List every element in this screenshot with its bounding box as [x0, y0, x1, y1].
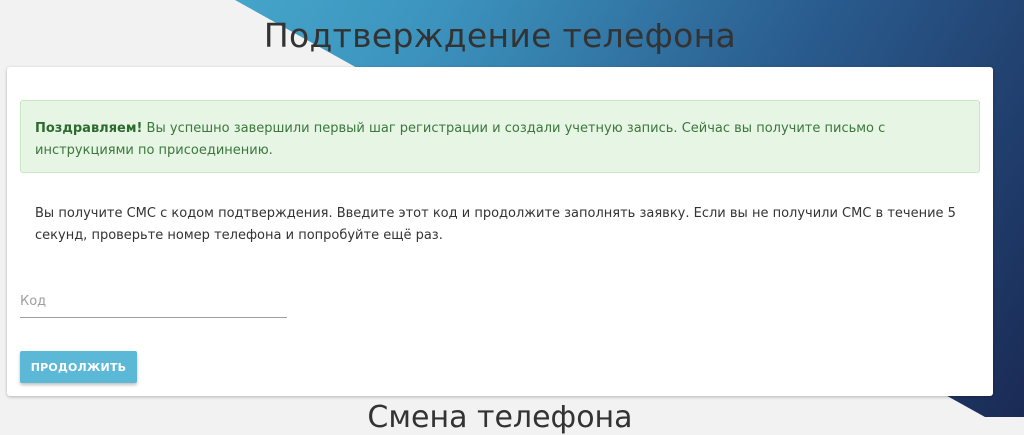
code-input[interactable] — [20, 287, 287, 315]
confirmation-card: Поздравляем! Вы успешно завершили первый… — [7, 67, 993, 396]
sms-info-text: Вы получите СМС с кодом подтверждения. В… — [35, 206, 956, 243]
alert-text: Вы успешно завершили первый шаг регистра… — [35, 121, 886, 158]
success-alert: Поздравляем! Вы успешно завершили первый… — [20, 100, 980, 173]
next-section-title: Смена телефона — [367, 400, 633, 435]
page-title: Подтверждение телефона — [263, 16, 737, 55]
continue-button[interactable]: ПРОДОЛЖИТЬ — [20, 351, 137, 383]
alert-strong-text: Поздравляем! — [35, 121, 143, 136]
code-field — [20, 287, 287, 318]
